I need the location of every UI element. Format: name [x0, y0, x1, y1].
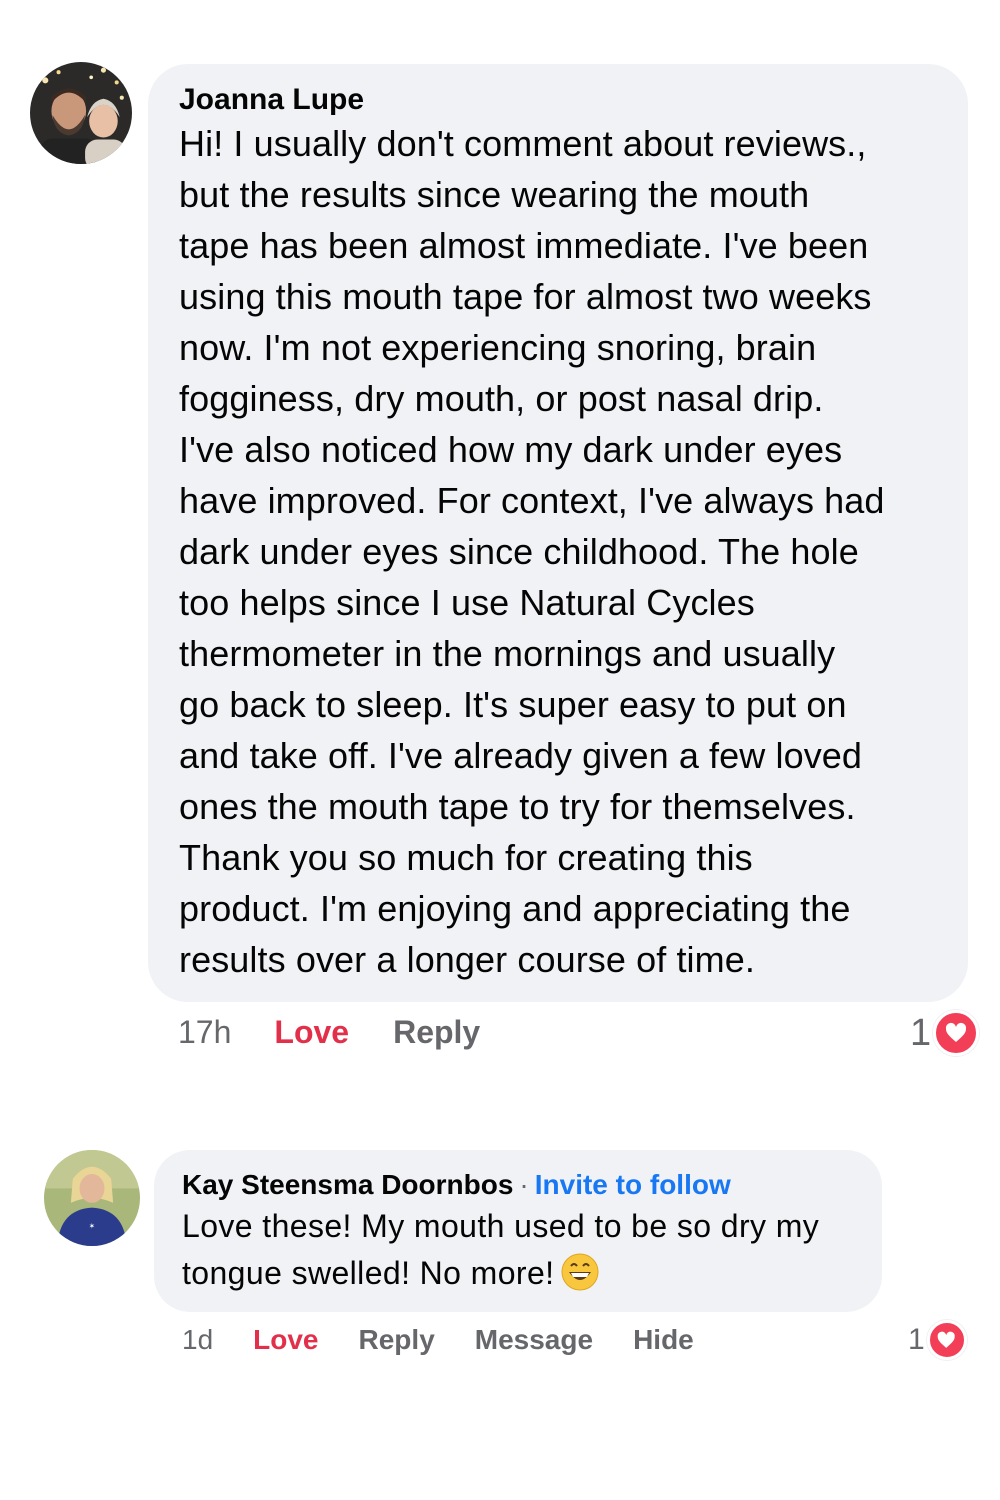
avatar-kay-steensma-doornbos[interactable]: ✶: [44, 1150, 140, 1246]
comment-author[interactable]: Joanna Lupe: [179, 82, 938, 118]
comment-text: Love these! My mouth used to be so dry m…: [182, 1208, 820, 1291]
reply-button[interactable]: Reply: [393, 1014, 480, 1051]
comment-actions: 1d Love Reply Message Hide: [182, 1324, 734, 1356]
comment-bubble: Kay Steensma Doornbos · Invite to follow L…: [154, 1150, 882, 1312]
love-button[interactable]: Love: [274, 1014, 349, 1051]
woman-photo-avatar: ✶: [44, 1150, 140, 1246]
separator-dot: ·: [519, 1169, 529, 1200]
comment-author[interactable]: Kay Steensma Doornbos: [182, 1169, 513, 1200]
heart-icon: [926, 1320, 967, 1360]
message-button[interactable]: Message: [475, 1324, 593, 1356]
reaction-count: 1: [910, 1011, 932, 1054]
avatar-joanna-lupe[interactable]: [30, 62, 132, 164]
invite-to-follow-link[interactable]: Invite to follow: [535, 1169, 731, 1200]
comment-timestamp[interactable]: 17h: [178, 1014, 231, 1051]
reaction-summary[interactable]: 1: [908, 1320, 967, 1360]
hide-button[interactable]: Hide: [633, 1324, 694, 1356]
comment-timestamp[interactable]: 1d: [182, 1324, 213, 1356]
grinning-face-icon: [561, 1253, 599, 1291]
reaction-count: 1: [908, 1323, 925, 1356]
couple-photo-avatar: [30, 62, 132, 164]
heart-icon: [933, 1010, 980, 1056]
comment-bubble: Joanna Lupe Hi! I usually don't comment …: [148, 64, 968, 1002]
comment-header: Kay Steensma Doornbos · Invite to follow: [182, 1167, 854, 1203]
reaction-summary[interactable]: 1: [910, 1010, 980, 1056]
comment-actions: 17h Love Reply: [178, 1014, 524, 1051]
comment-text: Hi! I usually don't comment about review…: [179, 123, 885, 980]
love-button[interactable]: Love: [253, 1324, 318, 1356]
reply-button[interactable]: Reply: [359, 1324, 435, 1356]
svg-text:✶: ✶: [89, 1222, 95, 1231]
